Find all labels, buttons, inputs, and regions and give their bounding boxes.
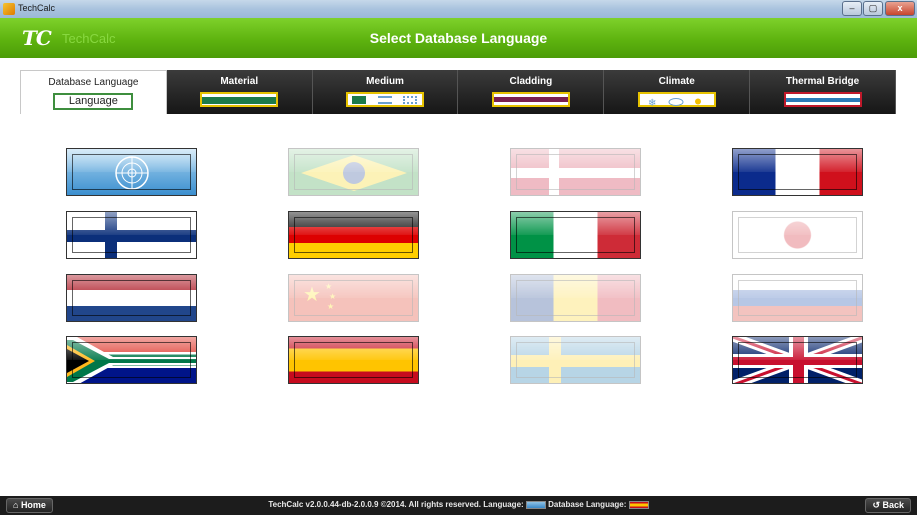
flag-sweden[interactable]: [510, 336, 641, 384]
material-icon: [200, 92, 279, 107]
tab-label: Climate: [658, 76, 695, 87]
status-db-label: Database Language:: [548, 500, 627, 509]
tab-bar: Database Language Language Material Medi…: [20, 70, 896, 114]
app-header: TC TechCalc Select Database Language: [0, 18, 917, 58]
south-africa-chevron-icon: [67, 337, 196, 383]
tab-thermal-bridge[interactable]: Thermal Bridge: [750, 70, 896, 114]
tab-label: Material: [220, 76, 259, 87]
tab-climate[interactable]: Climate ❄: [604, 70, 751, 114]
language-flag-icon: [525, 500, 546, 509]
flag-south-africa[interactable]: [66, 336, 197, 384]
climate-icon: ❄: [637, 92, 716, 109]
svg-text:★: ★: [325, 282, 332, 291]
back-button[interactable]: ↺ Back: [865, 498, 911, 513]
back-icon: ↺: [872, 500, 883, 510]
flag-romania[interactable]: [510, 274, 641, 322]
close-button[interactable]: x: [885, 1, 915, 16]
flag-denmark[interactable]: [510, 148, 641, 196]
svg-text:★: ★: [329, 292, 336, 301]
tab-material[interactable]: Material: [166, 70, 313, 114]
app-window: TechCalc – ▢ x TC TechCalc Select Databa…: [0, 0, 917, 515]
flag-finland[interactable]: [66, 211, 197, 259]
tab-label: Thermal Bridge: [785, 76, 860, 87]
tab-medium[interactable]: Medium: [312, 70, 459, 114]
flag-brazil[interactable]: [288, 148, 419, 196]
tab-label: Medium: [366, 76, 404, 87]
tab-label: Cladding: [509, 76, 553, 87]
un-emblem-icon: [115, 156, 149, 190]
flag-russia[interactable]: [732, 274, 863, 322]
maximize-button[interactable]: ▢: [863, 1, 883, 16]
brazil-emblem-icon: [301, 155, 407, 191]
svg-text:❄: ❄: [648, 98, 656, 107]
flag-netherlands[interactable]: [66, 274, 197, 322]
app-icon: [3, 3, 15, 15]
flag-germany[interactable]: [288, 211, 419, 259]
flag-italy[interactable]: [510, 211, 641, 259]
flag-france[interactable]: [732, 148, 863, 196]
window-title-bar: TechCalc – ▢ x: [0, 0, 917, 18]
back-label: Back: [882, 500, 904, 510]
union-jack-icon: [733, 337, 862, 383]
svg-text:★: ★: [303, 282, 321, 306]
status-text: TechCalc v2.0.0.44-db-2.0.0.9 ©2014. All…: [0, 500, 917, 509]
database-language-flag-icon: [628, 500, 649, 509]
language-glyph: Language: [53, 93, 134, 110]
tab-cladding[interactable]: Cladding: [458, 70, 605, 114]
china-stars-icon: ★ ★ ★ ★: [303, 282, 336, 311]
thermal-bridge-icon: [783, 92, 862, 107]
flag-china[interactable]: ★ ★ ★ ★: [288, 274, 419, 322]
tab-label: Database Language: [48, 77, 139, 88]
flag-spain[interactable]: [288, 336, 419, 384]
medium-icon: [346, 92, 425, 107]
cladding-icon: [491, 92, 570, 107]
window-title: TechCalc: [18, 3, 56, 13]
minimize-button[interactable]: –: [842, 1, 862, 16]
page-title: Select Database Language: [369, 30, 548, 46]
flag-japan[interactable]: [732, 211, 863, 259]
svg-text:★: ★: [327, 302, 334, 311]
footer-bar: ⌂ Home TechCalc v2.0.0.44-db-2.0.0.9 ©20…: [0, 496, 917, 515]
flag-united-nations[interactable]: [66, 148, 197, 196]
tab-database-language[interactable]: Database Language Language: [20, 70, 167, 114]
status-prefix: TechCalc v2.0.0.44-db-2.0.0.9 ©2014. All…: [268, 500, 524, 509]
flag-united-kingdom[interactable]: [732, 336, 863, 384]
